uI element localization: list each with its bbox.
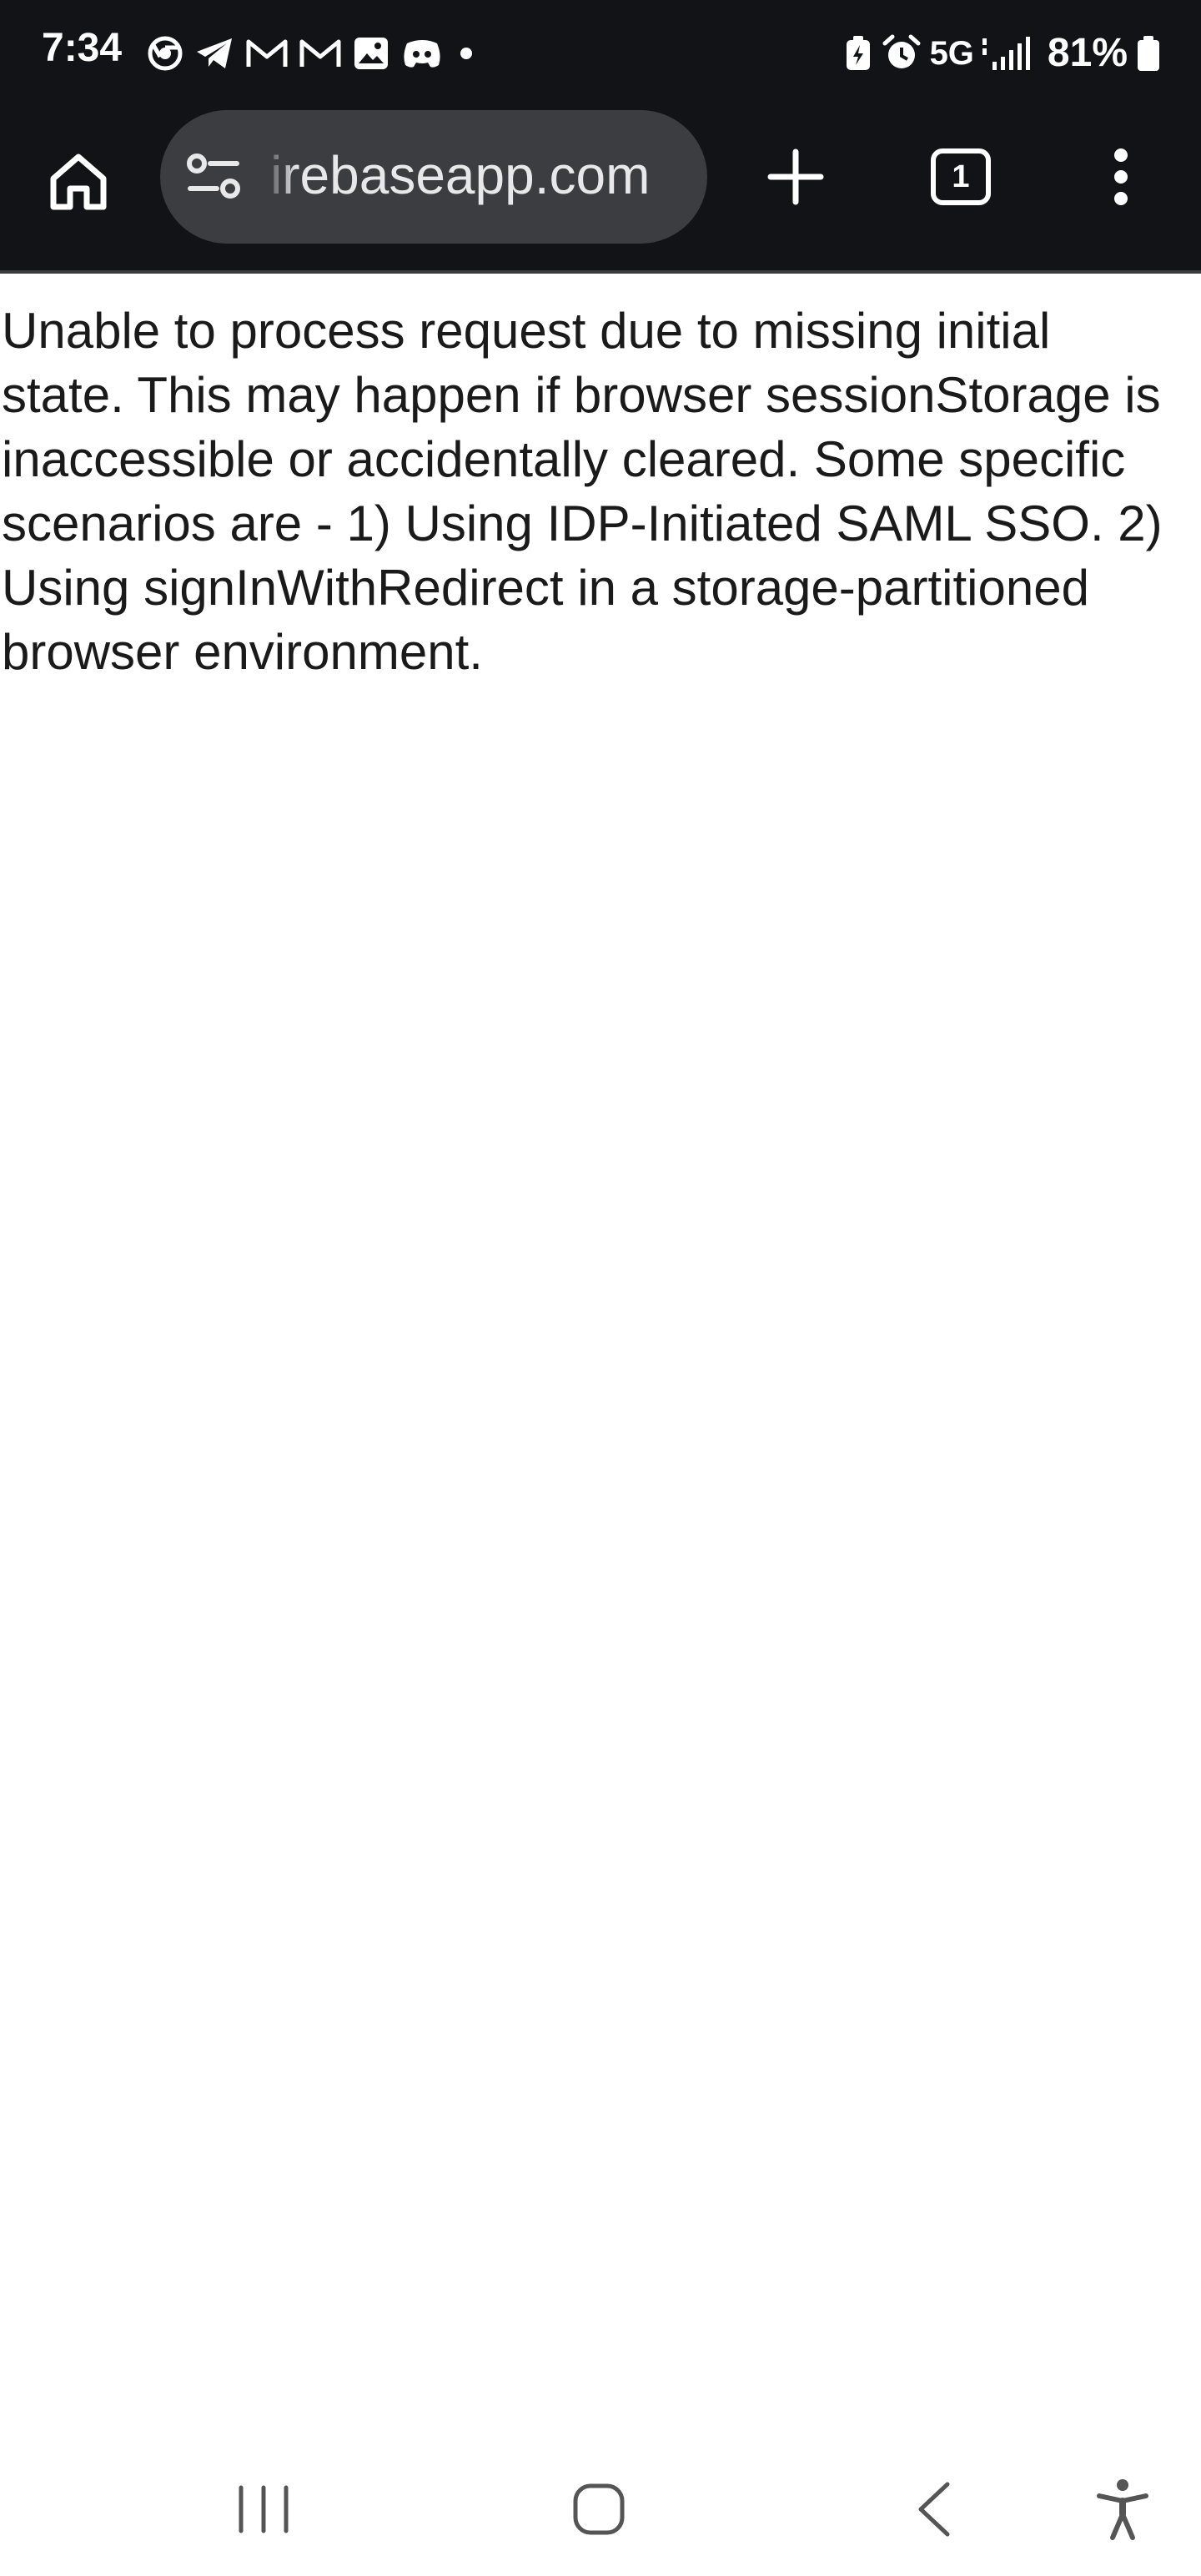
plus-icon <box>767 148 824 205</box>
tab-switcher-button[interactable]: 1 <box>921 137 1001 217</box>
navigation-bar <box>0 2443 1201 2576</box>
more-dot-icon <box>460 48 472 59</box>
browser-toolbar: irebaseapp.com 1 <box>0 107 1201 272</box>
signal-icon <box>982 37 1030 70</box>
back-icon <box>918 2482 950 2537</box>
accessibility-button[interactable] <box>1073 2459 1173 2559</box>
home-button[interactable] <box>38 142 118 222</box>
url-fade <box>264 110 297 244</box>
new-tab-button[interactable] <box>756 137 836 217</box>
battery-percent: 81% <box>1047 31 1128 75</box>
notification-icons <box>147 30 479 77</box>
chrome-icon <box>148 36 183 71</box>
status-bar: 7:34 5G 81% <box>0 0 1201 107</box>
site-info-icon[interactable] <box>185 150 242 204</box>
page-content: Unable to process request due to missing… <box>0 274 1201 2443</box>
network-type: 5G <box>929 35 974 72</box>
recent-apps-icon <box>239 2485 289 2533</box>
alarm-icon <box>882 34 921 68</box>
tab-count: 1 <box>931 148 991 205</box>
error-message: Unable to process request due to missing… <box>2 303 1163 680</box>
battery-saver-icon <box>846 36 870 70</box>
more-vert-icon <box>1114 148 1128 205</box>
home-icon <box>50 153 107 210</box>
url-text[interactable]: irebaseapp.com <box>270 142 650 209</box>
gmail-icon <box>299 39 341 67</box>
status-time: 7:34 <box>42 26 123 70</box>
accessibility-icon <box>1097 2479 1148 2540</box>
gallery-icon <box>354 38 388 69</box>
home-nav-button[interactable] <box>549 2459 649 2559</box>
gmail-icon <box>246 39 288 67</box>
telegram-icon <box>197 38 232 68</box>
status-right: 5G 81% <box>843 23 1161 83</box>
recent-apps-button[interactable] <box>214 2459 314 2559</box>
back-button[interactable] <box>884 2459 984 2559</box>
home-icon <box>573 2483 625 2535</box>
address-bar[interactable]: irebaseapp.com <box>160 110 707 244</box>
menu-button[interactable] <box>1081 137 1161 217</box>
battery-icon <box>1138 36 1159 71</box>
discord-icon <box>404 40 440 68</box>
